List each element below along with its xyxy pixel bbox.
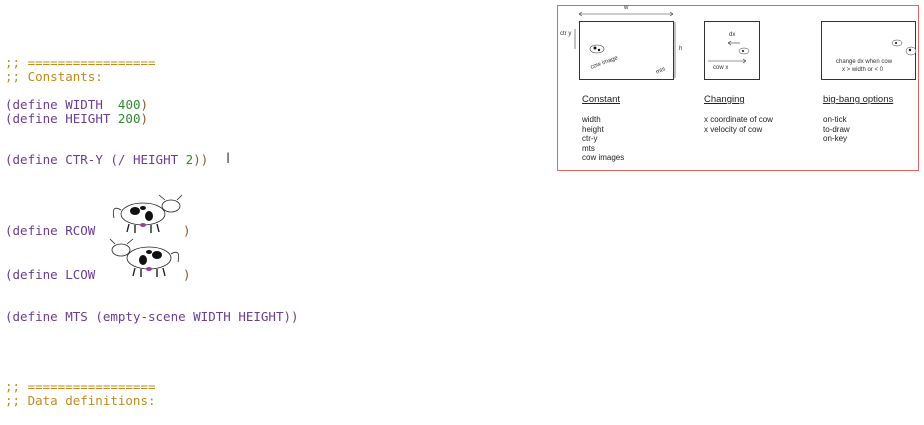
design-diagram-panel: cow image mts w ctr y h dx cow x change …: [557, 5, 919, 171]
changing-list: x coordinate of cow x velocity of cow: [704, 115, 773, 134]
list-item: ctr-y: [582, 134, 598, 143]
list-item: mts: [582, 143, 595, 153]
note-line-1: change dx when cow: [836, 59, 893, 65]
cow-small-icon-edge: [905, 46, 917, 56]
height-arrow: [674, 22, 676, 78]
cow-small-icon: [589, 44, 605, 54]
ctry-expr: (/ HEIGHT: [110, 152, 179, 167]
define-keyword: (define: [5, 309, 58, 324]
list-item: x coordinate of cow: [704, 115, 773, 124]
define-lcow-line[interactable]: (define LCOW: [5, 268, 95, 282]
width-name: WIDTH: [65, 97, 103, 112]
dx-label: dx: [729, 32, 736, 38]
define-height-line[interactable]: (define HEIGHT 200): [5, 112, 148, 126]
ctr-y-arrow: [574, 29, 576, 49]
define-mts-line[interactable]: (define MTS (empty-scene WIDTH HEIGHT)): [5, 310, 299, 324]
changing-box: dx cow x: [704, 21, 760, 80]
cow-small-icon-2: [738, 47, 750, 55]
rcow-image[interactable]: [105, 194, 187, 236]
mts-name: MTS: [65, 309, 88, 324]
ctry-name: CTR-Y: [65, 152, 103, 167]
options-box: change dx when cow x > width or < 0: [821, 21, 916, 80]
cow-x-arrow: [708, 58, 747, 64]
constant-list: width height ctr-y mts cow images: [582, 115, 624, 163]
list-item: cow images: [582, 153, 625, 162]
cow-x-label: cow x: [713, 65, 729, 71]
heading-changing: Changing: [704, 94, 745, 105]
comment-rule-1: ;; =================: [5, 55, 156, 70]
cow-image-label: cow image: [589, 55, 619, 71]
list-item: to-draw: [823, 124, 850, 134]
lcow-name: LCOW: [65, 267, 96, 282]
define-keyword: (define: [5, 97, 58, 112]
mts-expr: (empty-scene WIDTH HEIGHT)): [95, 309, 299, 324]
define-ctry-line[interactable]: (define CTR-Y (/ HEIGHT 2)): [5, 153, 208, 167]
lcow-image[interactable]: [105, 238, 187, 280]
list-item: on-key: [823, 134, 848, 143]
define-rcow-line[interactable]: (define RCOW: [5, 224, 95, 238]
height-value: 200: [117, 111, 141, 126]
define-keyword: (define: [5, 267, 58, 282]
list-item: on-tick: [823, 115, 847, 124]
height-label: h: [679, 46, 683, 52]
ctry-close: )): [193, 152, 209, 167]
heading-big-bang-options: big-bang options: [823, 94, 894, 105]
comment-data-definitions: ;; Data definitions:: [5, 393, 156, 408]
height-name: HEIGHT: [65, 111, 111, 126]
define-width-line[interactable]: (define WIDTH 400): [5, 98, 148, 112]
cow-small-icon-3: [891, 39, 903, 47]
comment-constants: ;; Constants:: [5, 69, 103, 84]
list-item: width: [582, 115, 601, 124]
width-value: 400: [117, 97, 141, 112]
define-keyword: (define: [5, 152, 58, 167]
comment-rule-2: ;; =================: [5, 379, 156, 394]
width-label: w: [624, 5, 629, 11]
list-item: x velocity of cow: [704, 124, 763, 134]
define-keyword: (define: [5, 223, 58, 238]
big-bang-list: on-tick to-draw on-key: [823, 115, 850, 144]
mts-label: mts: [655, 66, 667, 76]
text-cursor-icon: I: [226, 151, 231, 167]
rcow-name: RCOW: [65, 223, 96, 238]
ctr-y-label: ctr y: [560, 31, 572, 37]
scene-box: cow image mts: [579, 21, 674, 80]
width-arrow: [578, 11, 674, 17]
list-item: height: [582, 124, 604, 134]
define-keyword: (define: [5, 111, 58, 126]
note-line-2: x > width or < 0: [842, 67, 884, 73]
heading-constant: Constant: [582, 94, 621, 105]
